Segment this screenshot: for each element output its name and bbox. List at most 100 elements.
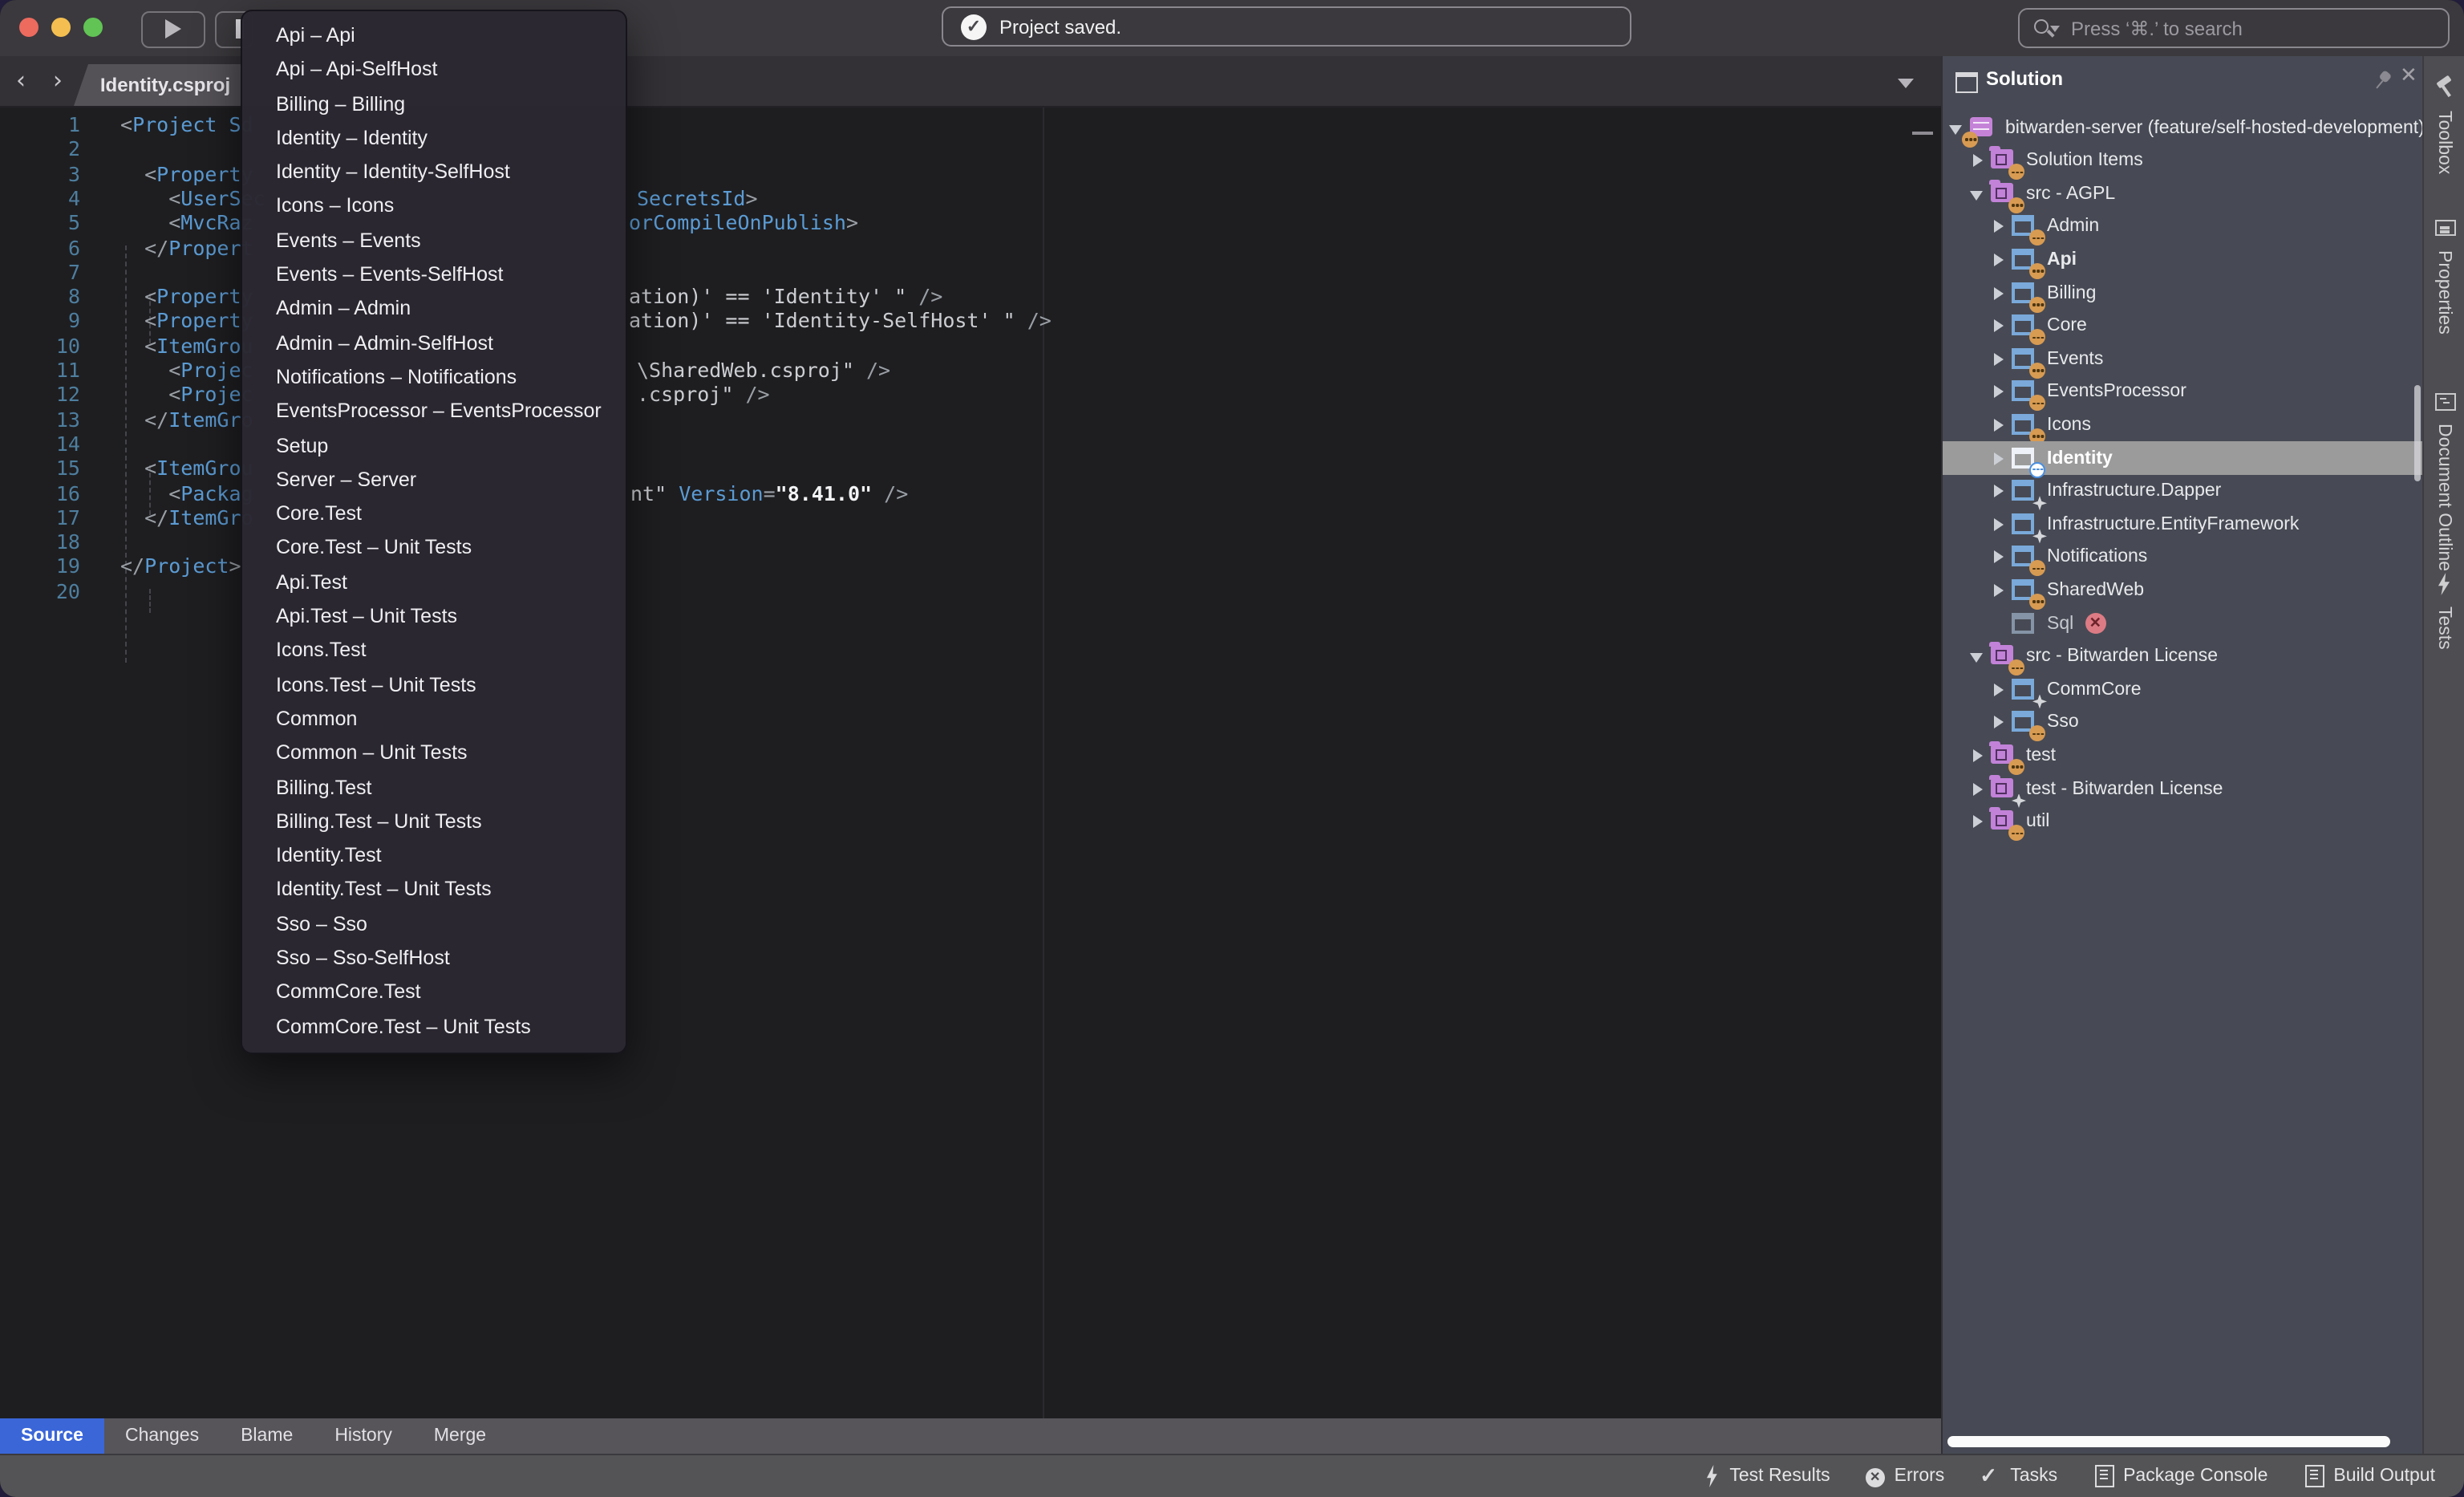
status-item-package-console[interactable]: Package Console bbox=[2093, 1465, 2267, 1487]
expand-icon[interactable] bbox=[1991, 550, 2010, 566]
menu-item-events-events-selfhost[interactable]: Events – Events-SelfHost bbox=[242, 258, 626, 293]
menu-item-identity-test[interactable]: Identity.Test bbox=[242, 839, 626, 874]
menu-item-api-test[interactable]: Api.Test bbox=[242, 566, 626, 601]
horizontal-scrollbar[interactable] bbox=[1947, 1436, 2390, 1447]
expand-icon[interactable] bbox=[1970, 781, 1989, 797]
tree-item-infrastructure-entityframework[interactable]: Infrastructure.EntityFramework bbox=[1943, 507, 2422, 541]
minimize-window-button[interactable] bbox=[51, 18, 71, 37]
menu-item-billing-billing[interactable]: Billing – Billing bbox=[242, 87, 626, 122]
navigate-forward-icon[interactable]: › bbox=[53, 66, 63, 95]
menu-item-commcore-test-unit-tests[interactable]: CommCore.Test – Unit Tests bbox=[242, 1010, 626, 1045]
expand-icon[interactable] bbox=[1991, 483, 2010, 499]
menu-item-admin-admin[interactable]: Admin – Admin bbox=[242, 293, 626, 327]
expand-icon[interactable] bbox=[1991, 582, 2010, 598]
tree-item-sso[interactable]: Sso bbox=[1943, 706, 2422, 740]
tree-item-sharedweb[interactable]: SharedWeb bbox=[1943, 574, 2422, 607]
close-window-button[interactable] bbox=[19, 18, 38, 37]
expand-icon[interactable] bbox=[1991, 219, 2010, 235]
project-icon bbox=[2010, 412, 2042, 438]
menu-item-common[interactable]: Common bbox=[242, 703, 626, 737]
status-item-test-results[interactable]: Test Results bbox=[1704, 1465, 1830, 1487]
tree-item-util[interactable]: util bbox=[1943, 805, 2422, 838]
expand-icon[interactable] bbox=[1991, 681, 2010, 697]
dock-tab-tests[interactable]: Tests bbox=[2424, 573, 2464, 650]
tree-item-sql[interactable]: Sql✕ bbox=[1943, 607, 2422, 640]
menu-item-icons-icons[interactable]: Icons – Icons bbox=[242, 190, 626, 225]
expand-icon[interactable] bbox=[1991, 252, 2010, 268]
menu-item-api-api[interactable]: Api – Api bbox=[242, 19, 626, 54]
tree-item-src-agpl[interactable]: src - AGPL bbox=[1943, 176, 2422, 210]
git-tab-changes[interactable]: Changes bbox=[104, 1418, 220, 1454]
status-item-errors[interactable]: ✕Errors bbox=[1866, 1466, 1945, 1487]
expand-icon[interactable] bbox=[1991, 450, 2010, 466]
expand-icon[interactable] bbox=[1970, 813, 1989, 830]
vertical-scrollbar[interactable] bbox=[2414, 385, 2421, 481]
tree-item-test-bitwarden-license[interactable]: test - Bitwarden License bbox=[1943, 772, 2422, 805]
tab-list-dropdown-icon[interactable] bbox=[1898, 79, 1914, 88]
menu-item-billing-test-unit-tests[interactable]: Billing.Test – Unit Tests bbox=[242, 805, 626, 840]
menu-item-notifications-notifications[interactable]: Notifications – Notifications bbox=[242, 361, 626, 396]
tree-item-solution-items[interactable]: Solution Items bbox=[1943, 144, 2422, 177]
tree-item-commcore[interactable]: CommCore bbox=[1943, 672, 2422, 706]
scrollbar-collapsed[interactable] bbox=[1912, 132, 1933, 135]
dock-tab-properties[interactable]: Properties bbox=[2424, 217, 2464, 335]
tree-item-src-bitwarden-license[interactable]: src - Bitwarden License bbox=[1943, 639, 2422, 673]
run-button[interactable] bbox=[141, 11, 205, 48]
tree-item-api[interactable]: Api bbox=[1943, 243, 2422, 277]
search-input[interactable]: Press ‘⌘.’ to search bbox=[2018, 8, 2450, 48]
tree-item-test[interactable]: test bbox=[1943, 739, 2422, 773]
menu-item-identity-identity-selfhost[interactable]: Identity – Identity-SelfHost bbox=[242, 156, 626, 190]
menu-item-api-api-selfhost[interactable]: Api – Api-SelfHost bbox=[242, 54, 626, 88]
menu-item-setup[interactable]: Setup bbox=[242, 429, 626, 464]
git-tab-source[interactable]: Source bbox=[0, 1418, 104, 1454]
menu-item-identity-test-unit-tests[interactable]: Identity.Test – Unit Tests bbox=[242, 874, 626, 908]
menu-item-icons-test[interactable]: Icons.Test bbox=[242, 635, 626, 669]
menu-item-sso-sso[interactable]: Sso – Sso bbox=[242, 907, 626, 942]
menu-item-common-unit-tests[interactable]: Common – Unit Tests bbox=[242, 736, 626, 771]
expand-icon[interactable] bbox=[1991, 516, 2010, 532]
status-item-build-output[interactable]: Build Output bbox=[2303, 1465, 2435, 1487]
tab-identity-csproj[interactable]: Identity.csproj bbox=[74, 64, 257, 106]
dock-tab-toolbox[interactable]: Toolbox bbox=[2424, 77, 2464, 174]
zoom-window-button[interactable] bbox=[83, 18, 103, 37]
menu-item-server-server[interactable]: Server – Server bbox=[242, 464, 626, 498]
tree-item-events[interactable]: Events bbox=[1943, 342, 2422, 375]
expand-icon[interactable] bbox=[1991, 384, 2010, 400]
dock-tab-document-outline[interactable]: Document Outline bbox=[2424, 390, 2464, 571]
git-tab-history[interactable]: History bbox=[314, 1418, 413, 1454]
menu-item-billing-test[interactable]: Billing.Test bbox=[242, 771, 626, 805]
git-tab-blame[interactable]: Blame bbox=[220, 1418, 314, 1454]
navigate-back-icon[interactable]: ‹ bbox=[16, 66, 26, 95]
tree-item-billing[interactable]: Billing bbox=[1943, 276, 2422, 310]
git-tab-merge[interactable]: Merge bbox=[413, 1418, 507, 1454]
menu-item-identity-identity[interactable]: Identity – Identity bbox=[242, 122, 626, 156]
menu-item-admin-admin-selfhost[interactable]: Admin – Admin-SelfHost bbox=[242, 327, 626, 361]
tree-item-admin[interactable]: Admin bbox=[1943, 210, 2422, 244]
tree-item-identity[interactable]: Identity bbox=[1943, 441, 2422, 475]
menu-item-commcore-test[interactable]: CommCore.Test bbox=[242, 976, 626, 1011]
menu-item-api-test-unit-tests[interactable]: Api.Test – Unit Tests bbox=[242, 600, 626, 635]
expand-icon[interactable] bbox=[1991, 417, 2010, 433]
collapse-icon[interactable] bbox=[1970, 648, 1989, 664]
expand-icon[interactable] bbox=[1991, 715, 2010, 731]
status-item-tasks[interactable]: ✓Tasks bbox=[1980, 1465, 2057, 1487]
expand-icon[interactable] bbox=[1970, 152, 1989, 168]
tree-item-infrastructure-dapper[interactable]: Infrastructure.Dapper bbox=[1943, 474, 2422, 508]
tree-item-eventsprocessor[interactable]: EventsProcessor bbox=[1943, 375, 2422, 409]
menu-item-icons-test-unit-tests[interactable]: Icons.Test – Unit Tests bbox=[242, 668, 626, 703]
tree-item-bitwarden-server-feature-self-hosted-development[interactable]: bitwarden-server (feature/self-hosted-de… bbox=[1943, 111, 2422, 144]
menu-item-core-test[interactable]: Core.Test bbox=[242, 497, 626, 532]
menu-item-sso-sso-selfhost[interactable]: Sso – Sso-SelfHost bbox=[242, 942, 626, 976]
expand-icon[interactable] bbox=[1970, 748, 1989, 764]
expand-icon[interactable] bbox=[1991, 318, 2010, 334]
tree-item-notifications[interactable]: Notifications bbox=[1943, 541, 2422, 574]
expand-icon[interactable] bbox=[1991, 285, 2010, 301]
tree-item-core[interactable]: Core bbox=[1943, 309, 2422, 343]
menu-item-core-test-unit-tests[interactable]: Core.Test – Unit Tests bbox=[242, 532, 626, 566]
solution-tree: bitwarden-server (feature/self-hosted-de… bbox=[1943, 56, 2422, 1462]
tree-item-icons[interactable]: Icons bbox=[1943, 408, 2422, 442]
menu-item-events-events[interactable]: Events – Events bbox=[242, 225, 626, 259]
expand-icon[interactable] bbox=[1991, 351, 2010, 367]
collapse-icon[interactable] bbox=[1970, 185, 1989, 201]
menu-item-eventsprocessor-eventsprocessor[interactable]: EventsProcessor – EventsProcessor bbox=[242, 396, 626, 430]
